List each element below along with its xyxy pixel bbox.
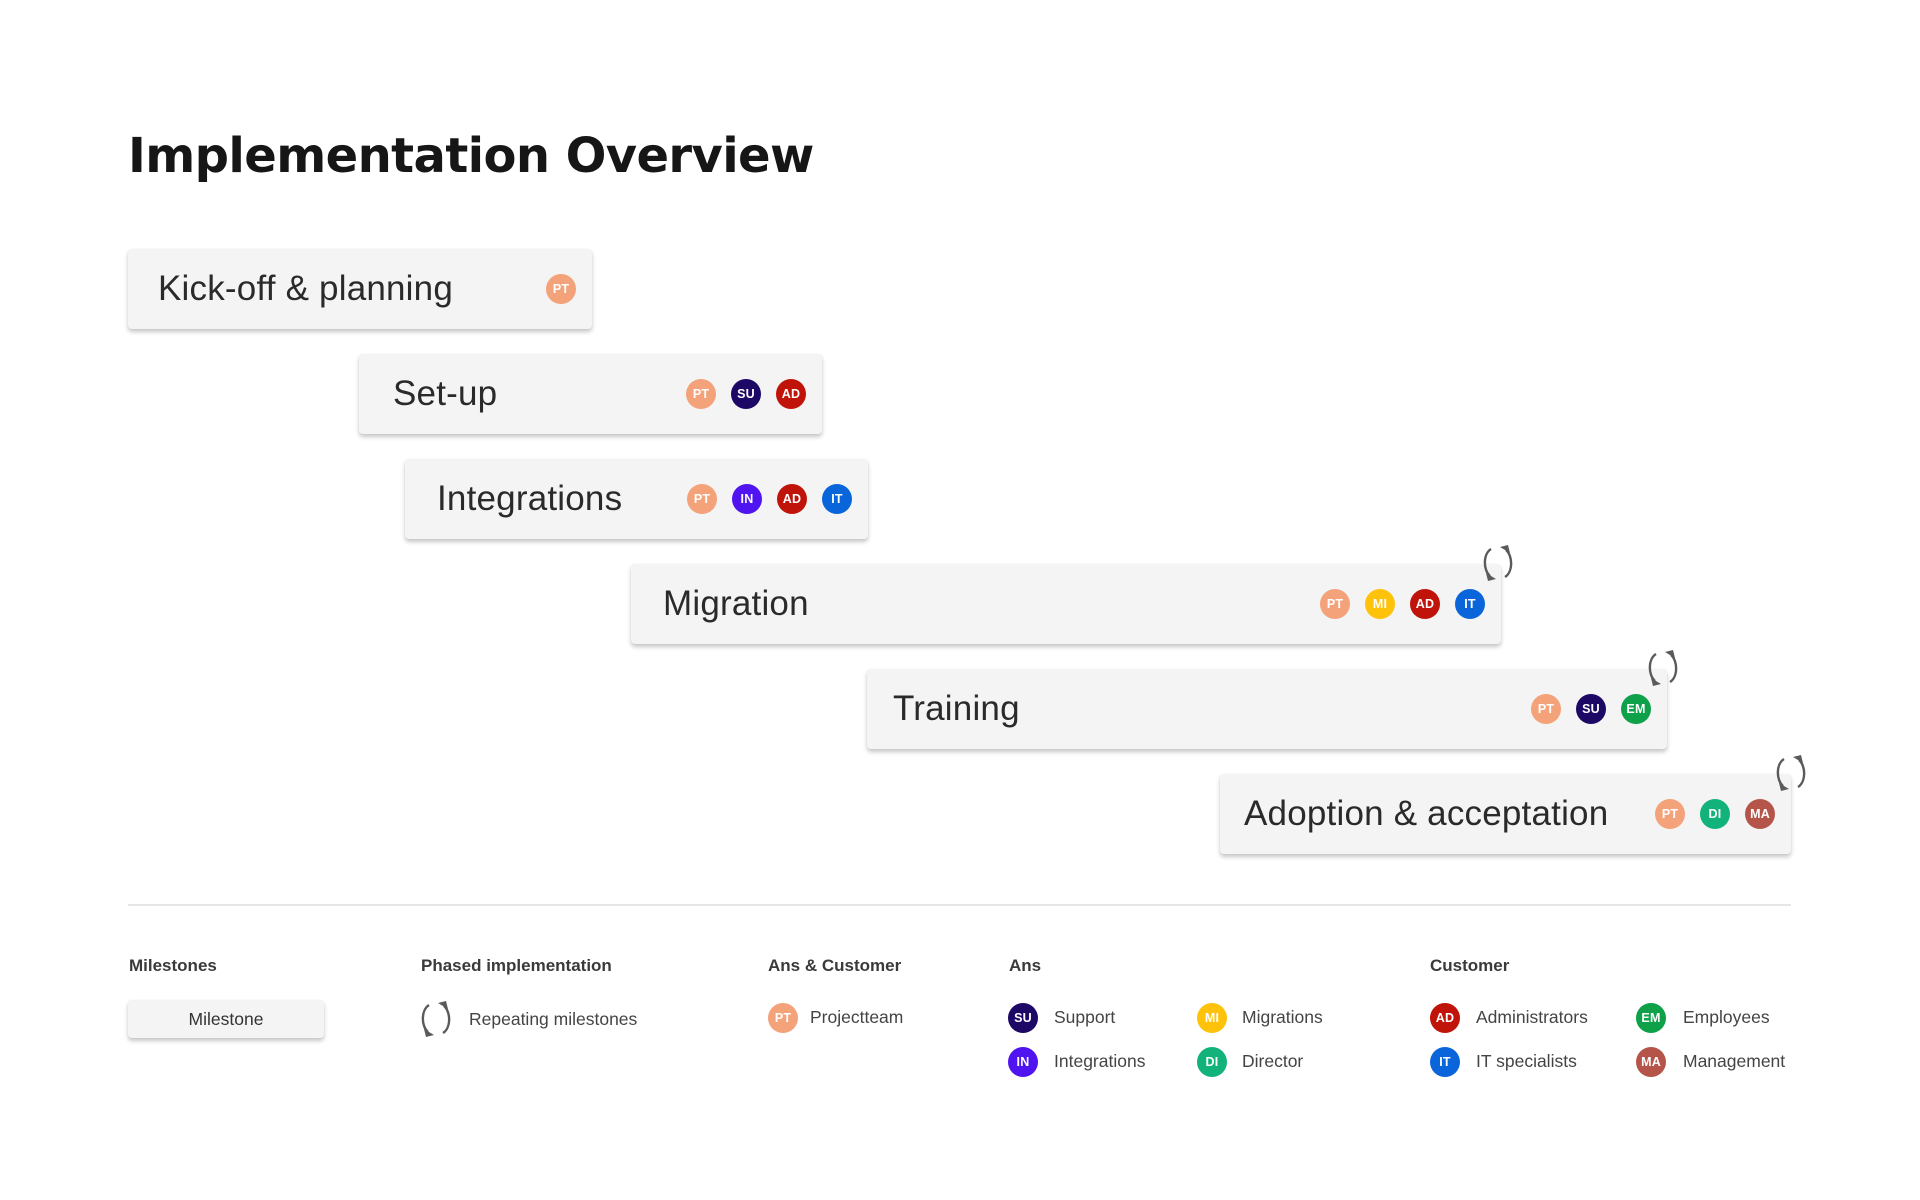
avatar-di: DI (1700, 799, 1730, 829)
phase-label: Migration (663, 584, 809, 623)
phase-label: Integrations (437, 479, 623, 518)
avatar-ma: MA (1745, 799, 1775, 829)
phase-label: Set-up (393, 374, 498, 413)
page-title: Implementation Overview (128, 128, 814, 184)
avatar-em: EM (1636, 1003, 1666, 1033)
phase-label: Kick-off & planning (158, 269, 453, 308)
legend-item-label: Integrations (1054, 1051, 1146, 1071)
legend-heading-ans: Ans (1009, 956, 1042, 975)
legend-heading-phased: Phased implementation (421, 956, 612, 975)
legend-milestone-sample: Milestone (128, 1000, 324, 1038)
avatar-it: IT (1455, 589, 1485, 619)
avatar-su: SU (1576, 694, 1606, 724)
avatar-ad: AD (776, 379, 806, 409)
legend-item-label: Director (1242, 1051, 1304, 1071)
phase-roles: PT IN AD IT (687, 459, 852, 539)
avatar-pt: PT (546, 274, 576, 304)
legend-repeat-label: Repeating milestones (469, 1009, 638, 1029)
phase-kickoff-planning[interactable]: Kick-off & planning PT (128, 249, 592, 329)
phase-integrations[interactable]: Integrations PT IN AD IT (405, 459, 868, 539)
legend-item-label: Administrators (1476, 1007, 1588, 1027)
phase-label: Training (893, 689, 1020, 728)
legend-heading-ans-customer: Ans & Customer (768, 956, 902, 975)
avatar-su: SU (1008, 1003, 1038, 1033)
avatar-ad: AD (777, 484, 807, 514)
legend-item-label: Management (1683, 1051, 1786, 1071)
phase-roles: PT SU AD (686, 354, 806, 434)
avatar-pt: PT (1320, 589, 1350, 619)
avatar-pt: PT (687, 484, 717, 514)
legend-divider (128, 904, 1791, 906)
avatar-it: IT (1430, 1047, 1460, 1077)
repeat-icon (1776, 755, 1806, 791)
avatar-in: IN (732, 484, 762, 514)
avatar-it: IT (822, 484, 852, 514)
repeat-icon (421, 1001, 451, 1037)
avatar-pt: PT (686, 379, 716, 409)
avatar-ma: MA (1636, 1047, 1666, 1077)
legend-item-label: Migrations (1242, 1007, 1323, 1027)
avatar-pt: PT (1655, 799, 1685, 829)
avatar-mi: MI (1365, 589, 1395, 619)
avatar-ad: AD (1410, 589, 1440, 619)
legend-heading-customer: Customer (1430, 956, 1510, 975)
legend-item-label: IT specialists (1476, 1051, 1577, 1071)
repeat-icon (1648, 650, 1678, 686)
repeat-icon (1483, 545, 1513, 581)
avatar-mi: MI (1197, 1003, 1227, 1033)
phase-roles: PT MI AD IT (1320, 564, 1485, 644)
legend-item-label: Support (1054, 1007, 1116, 1027)
legend-heading-milestones: Milestones (129, 956, 217, 975)
phase-set-up[interactable]: Set-up PT SU AD (359, 354, 822, 434)
avatar-in: IN (1008, 1047, 1038, 1077)
avatar-su: SU (731, 379, 761, 409)
avatar-ad: AD (1430, 1003, 1460, 1033)
avatar-em: EM (1621, 694, 1651, 724)
phase-roles: PT DI MA (1655, 774, 1775, 854)
phase-roles: PT (546, 249, 576, 329)
legend-item-label: Projectteam (810, 1007, 904, 1027)
legend-item-label: Employees (1683, 1007, 1770, 1027)
phase-roles: PT SU EM (1531, 669, 1651, 749)
avatar-pt: PT (1531, 694, 1561, 724)
phase-adoption-acceptation[interactable]: Adoption & acceptation PT DI MA (1220, 774, 1791, 854)
avatar-di: DI (1197, 1047, 1227, 1077)
phase-training[interactable]: Training PT SU EM (867, 669, 1667, 749)
avatar-pt: PT (768, 1003, 798, 1033)
phase-migration[interactable]: Migration PT MI AD IT (631, 564, 1501, 644)
phase-label: Adoption & acceptation (1244, 794, 1609, 833)
